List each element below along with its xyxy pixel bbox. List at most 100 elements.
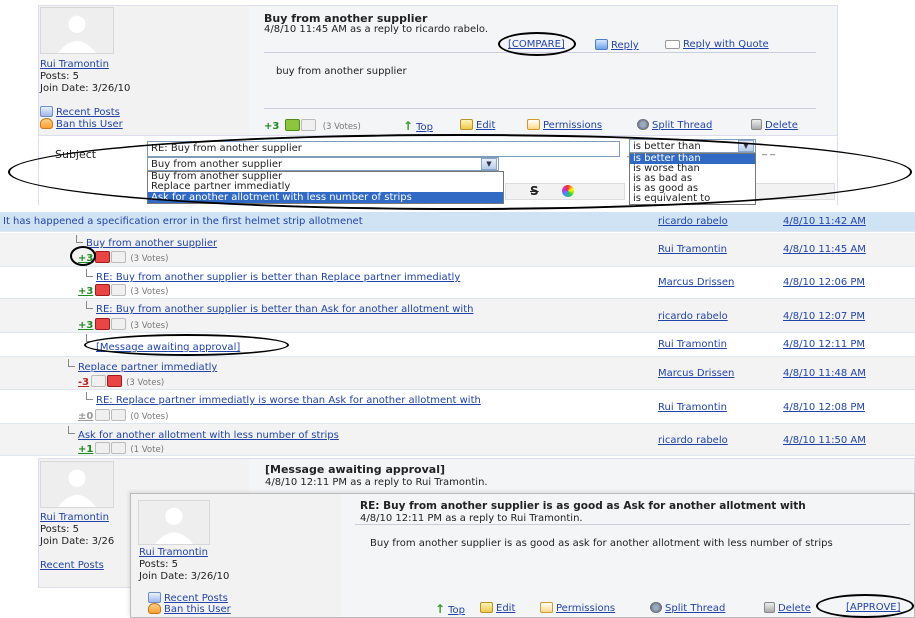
recent-posts-text[interactable]: Recent Posts	[56, 107, 120, 118]
thumbs-down-icon[interactable]	[95, 318, 111, 330]
ban-user-link[interactable]: Ban this User	[40, 118, 123, 130]
strikethrough-icon[interactable]: S	[530, 184, 539, 198]
thumbs-up-icon[interactable]	[111, 251, 127, 263]
author-link[interactable]: Rui Tramontin	[139, 547, 208, 558]
vote-score[interactable]: +3	[78, 286, 93, 297]
edit-link[interactable]: Edit	[460, 119, 495, 131]
thumbs-up-icon[interactable]	[95, 442, 111, 454]
author-link[interactable]: Rui Tramontin	[40, 512, 109, 523]
subject-label: Subject	[55, 148, 97, 161]
awaiting-approval-link[interactable]: [Message awaiting approval]	[96, 342, 240, 353]
delete-text[interactable]: Delete	[765, 120, 798, 131]
top-text[interactable]: Top	[448, 605, 465, 616]
permissions-link[interactable]: Permissions	[527, 119, 602, 131]
thread-item-date[interactable]: 4/8/10 12:06 PM	[783, 277, 865, 288]
thumbs-down-icon[interactable]	[107, 375, 123, 387]
thread-item-date[interactable]: 4/8/10 12:11 PM	[783, 339, 865, 350]
recent-posts-icon	[148, 592, 161, 603]
subject-input[interactable]: RE: Buy from another supplier	[147, 141, 620, 157]
delete-text[interactable]: Delete	[778, 603, 811, 614]
thread-item-author[interactable]: Rui Tramontin	[658, 244, 727, 255]
split-text[interactable]: Split Thread	[652, 120, 712, 131]
reply-text[interactable]: Reply	[611, 40, 639, 51]
vote-score[interactable]: +3	[78, 253, 93, 264]
thread-item-author[interactable]: ricardo rabelo	[658, 435, 728, 446]
thumbs-down-icon[interactable]	[111, 409, 127, 421]
edit-link[interactable]: Edit	[480, 602, 515, 614]
split-thread-link[interactable]: Split Thread	[650, 602, 725, 614]
thread-item-date[interactable]: 4/8/10 11:50 AM	[783, 435, 866, 446]
recent-posts-link[interactable]: Recent Posts	[40, 106, 120, 118]
ban-user-text[interactable]: Ban this User	[164, 604, 231, 615]
edit-text[interactable]: Edit	[476, 120, 495, 131]
target-option[interactable]: Replace partner immediatly	[148, 182, 503, 192]
thread-item-date[interactable]: 4/8/10 11:45 AM	[783, 244, 866, 255]
thread-item-author[interactable]: Rui Tramontin	[658, 339, 727, 350]
top-link[interactable]: ↑ Top	[403, 119, 433, 133]
thumbs-up-icon[interactable]	[111, 318, 127, 330]
author-posts: Posts: 5	[40, 71, 80, 82]
reply-with-quote-link[interactable]: Reply with Quote	[665, 39, 769, 50]
thread-item-author[interactable]: Rui Tramontin	[658, 402, 727, 413]
thread-item-title[interactable]: Replace partner immediatly	[78, 362, 217, 373]
permissions-text[interactable]: Permissions	[543, 120, 602, 131]
target-option-selected[interactable]: Ask for another allotment with less numb…	[148, 192, 503, 203]
target-select[interactable]: Buy from another supplier ▼	[147, 157, 499, 171]
thumbs-up-icon[interactable]	[95, 409, 111, 421]
reply-link[interactable]: Reply	[595, 39, 639, 51]
delete-link[interactable]: Delete	[751, 119, 798, 131]
thread-item-author[interactable]: Marcus Drissen	[658, 368, 734, 379]
recent-posts-link[interactable]: Recent Posts	[40, 560, 104, 571]
vote-score[interactable]: +1	[78, 444, 93, 455]
thumbs-up-icon[interactable]	[91, 375, 107, 387]
thread-item-date[interactable]: 4/8/10 11:48 AM	[783, 368, 866, 379]
ban-user-text[interactable]: Ban this User	[56, 119, 123, 130]
top-text[interactable]: Top	[416, 122, 433, 133]
thread-author-link[interactable]: ricardo rabelo	[658, 216, 728, 227]
thread-item-title[interactable]: RE: Buy from another supplier is better …	[96, 304, 473, 315]
chevron-down-icon[interactable]: ▼	[481, 158, 497, 170]
compare-link[interactable]: [COMPARE]	[508, 39, 565, 50]
relation-select[interactable]: is better than ▼	[629, 139, 756, 153]
thread-date-link[interactable]: 4/8/10 11:42 AM	[783, 216, 866, 227]
thumbs-down-icon[interactable]	[95, 284, 111, 296]
thread-item-author[interactable]: ricardo rabelo	[658, 311, 728, 322]
top-link[interactable]: ↑ Top	[435, 602, 465, 616]
split-thread-link[interactable]: Split Thread	[637, 119, 712, 131]
thumbs-up-icon[interactable]	[284, 119, 300, 131]
thread-item-title[interactable]: Ask for another allotment with less numb…	[78, 430, 339, 441]
author-link[interactable]: Rui Tramontin	[40, 59, 109, 70]
reply-quote-text[interactable]: Reply with Quote	[683, 39, 769, 50]
thread-root-title[interactable]: It has happened a specification error in…	[3, 216, 363, 227]
edit-text[interactable]: Edit	[496, 603, 515, 614]
delete-link[interactable]: Delete	[764, 602, 811, 614]
arrow-up-icon: ↑	[403, 119, 414, 133]
vote-score[interactable]: +3	[78, 320, 93, 331]
thread-item-date[interactable]: 4/8/10 12:08 PM	[783, 402, 865, 413]
thumbs-down-icon[interactable]	[95, 251, 111, 263]
vote-score[interactable]: ±0	[78, 411, 93, 422]
permissions-text[interactable]: Permissions	[556, 603, 615, 614]
thumbs-down-icon[interactable]	[111, 442, 127, 454]
thumbs-up-icon[interactable]	[111, 284, 127, 296]
thread-item-title[interactable]: RE: Buy from another supplier is better …	[96, 272, 460, 283]
chevron-down-icon[interactable]: ▼	[738, 140, 754, 152]
vote-score[interactable]: -3	[78, 377, 89, 388]
permissions-link[interactable]: Permissions	[540, 602, 615, 614]
dash-separator: _ _	[762, 145, 776, 156]
approve-button[interactable]: [APPROVE]	[846, 602, 901, 613]
color-icon[interactable]	[562, 185, 574, 197]
thread-item-title[interactable]: Buy from another supplier	[86, 238, 217, 249]
vote-count: (3 Votes)	[130, 254, 169, 264]
vote-bar: +3 (3 Votes)	[78, 318, 168, 331]
ban-user-link[interactable]: Ban this User	[148, 603, 231, 615]
target-dropdown-list: Buy from another supplier Replace partne…	[147, 171, 504, 204]
relation-option[interactable]: is equivalent to	[630, 194, 755, 204]
tree-branch	[68, 359, 75, 367]
divider	[264, 108, 816, 109]
thread-item-date[interactable]: 4/8/10 12:07 PM	[783, 311, 865, 322]
thread-item-author[interactable]: Marcus Drissen	[658, 277, 734, 288]
thumbs-down-icon[interactable]	[300, 119, 316, 131]
thread-item-title[interactable]: RE: Replace partner immediatly is worse …	[96, 395, 481, 406]
split-text[interactable]: Split Thread	[665, 603, 725, 614]
